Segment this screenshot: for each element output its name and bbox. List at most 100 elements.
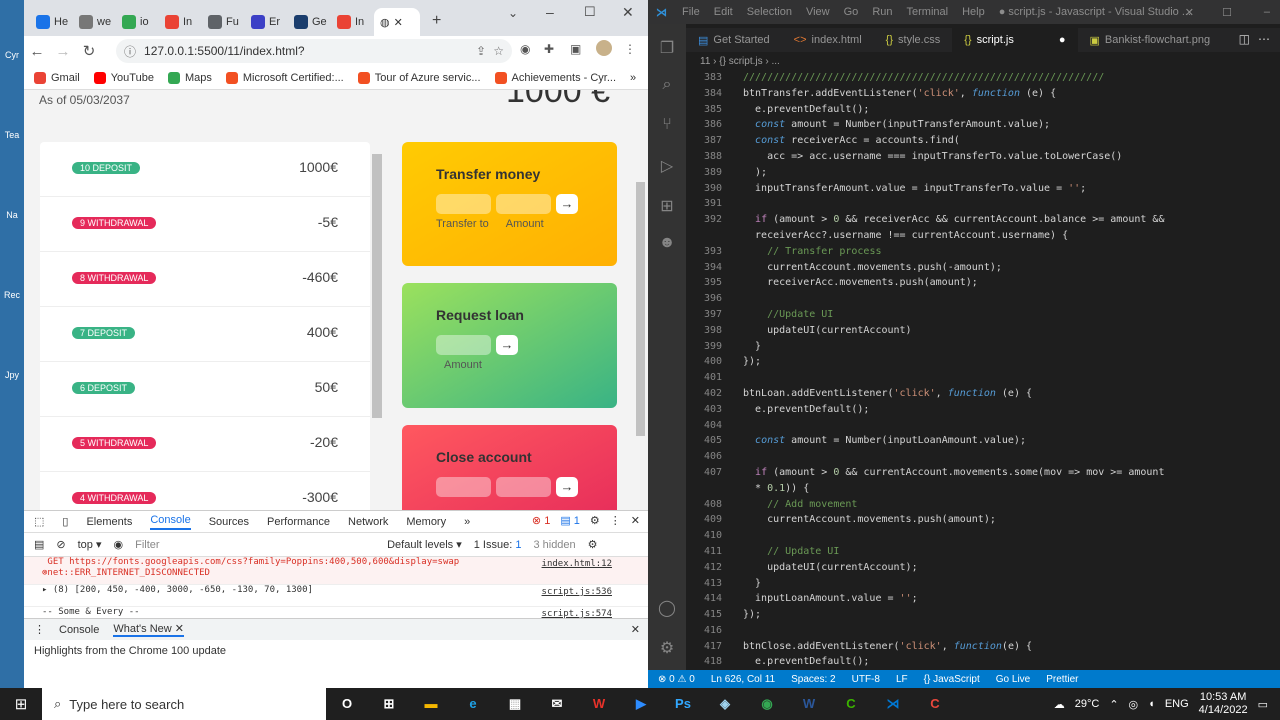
taskbar-search[interactable]: ⌕ Type here to search xyxy=(42,688,326,720)
clear-console-icon[interactable]: ⊘ xyxy=(56,538,65,551)
weather-temp[interactable]: 29°C xyxy=(1075,698,1100,710)
taskbar-app-icon[interactable]: ◉ xyxy=(746,688,788,720)
transfer-amount-input[interactable] xyxy=(496,194,551,214)
forward-icon[interactable]: → xyxy=(50,43,76,60)
taskbar-app-icon[interactable]: ▶ xyxy=(620,688,662,720)
minimap[interactable] xyxy=(1216,70,1272,670)
network-icon[interactable]: ◎ xyxy=(1129,698,1139,711)
windows-start-icon[interactable]: ⊞ xyxy=(0,695,42,713)
message-count[interactable]: ▤ 1 xyxy=(560,514,580,527)
editor-tab[interactable]: {} style.css xyxy=(874,28,953,52)
profile-icon[interactable] xyxy=(596,40,612,56)
console-source-link[interactable]: script.js:536 xyxy=(542,587,612,598)
tab-active[interactable]: ◍ ✕ xyxy=(374,8,420,36)
devtools-tab[interactable]: Memory xyxy=(406,516,446,528)
browser-tab[interactable]: In xyxy=(159,8,198,36)
status-item[interactable]: Spaces: 2 xyxy=(791,674,835,685)
taskbar-app-icon[interactable]: C xyxy=(914,688,956,720)
share-icon[interactable]: ⇪ xyxy=(476,44,486,58)
editor-tab[interactable]: {} script.js ● xyxy=(952,28,1078,52)
editor-tab[interactable]: ▣ Bankist-flowchart.png xyxy=(1078,28,1223,52)
clock[interactable]: 10:53 AM 4/14/2022 xyxy=(1199,691,1248,717)
page-scrollbar[interactable] xyxy=(636,182,645,436)
bookmark-item[interactable]: Microsoft Certified:... xyxy=(225,71,344,84)
browser-tab[interactable]: In xyxy=(331,8,370,36)
drawer-tab-console[interactable]: Console xyxy=(59,624,99,636)
menu-item[interactable]: Go xyxy=(844,6,859,18)
alien-icon[interactable]: ☻ xyxy=(657,234,677,254)
menu-item[interactable]: Edit xyxy=(714,6,733,18)
source-control-icon[interactable]: ⑂ xyxy=(657,116,677,136)
status-item[interactable]: {} JavaScript xyxy=(924,674,980,685)
close-devtools-icon[interactable]: ✕ xyxy=(631,514,640,527)
menu-item[interactable]: View xyxy=(806,6,830,18)
taskbar-app-icon[interactable]: C xyxy=(830,688,872,720)
search-icon[interactable]: ⌕ xyxy=(657,76,677,96)
code-editor[interactable]: 383 /////////////////////////////////////… xyxy=(686,70,1216,670)
taskbar-app-icon[interactable]: ✉ xyxy=(536,688,578,720)
taskbar-app-icon[interactable]: ⋊ xyxy=(872,688,914,720)
menu-item[interactable]: Selection xyxy=(747,6,792,18)
bookmarks-overflow-icon[interactable]: » xyxy=(630,72,636,84)
breadcrumb[interactable]: 11 › {} script.js › ... xyxy=(700,56,780,67)
browser-tab[interactable]: Er xyxy=(245,8,286,36)
browser-tab[interactable]: io xyxy=(116,8,155,36)
desktop-icon-label[interactable]: Jpy xyxy=(0,370,24,380)
context-select[interactable]: top ▾ xyxy=(78,538,102,551)
extension-icon[interactable]: ◉ xyxy=(520,42,530,56)
more-tabs-icon[interactable]: » xyxy=(464,516,470,528)
console-settings-icon[interactable]: ⚙ xyxy=(588,538,598,551)
account-icon[interactable]: ◯ xyxy=(657,598,677,618)
status-item[interactable]: ⊗ 0 ⚠ 0 xyxy=(658,674,695,685)
status-item[interactable]: Prettier xyxy=(1046,674,1078,685)
transfer-to-input[interactable] xyxy=(436,194,491,214)
more-icon[interactable]: ⋮ xyxy=(610,514,621,527)
taskbar-app-icon[interactable]: e xyxy=(452,688,494,720)
issues-count[interactable]: 1 Issue: 1 xyxy=(474,539,522,551)
status-item[interactable]: LF xyxy=(896,674,908,685)
extensions-icon[interactable]: ⊞ xyxy=(657,196,677,216)
run-debug-icon[interactable]: ▷ xyxy=(657,156,677,176)
bookmark-item[interactable]: Maps xyxy=(167,71,212,84)
desktop-icon-label[interactable]: Na xyxy=(0,210,24,220)
split-editor-icon[interactable]: ◫ xyxy=(1239,32,1250,46)
devtools-tab[interactable]: Network xyxy=(348,516,388,528)
close-user-input[interactable] xyxy=(436,477,491,497)
menu-item[interactable]: Run xyxy=(872,6,892,18)
device-icon[interactable]: ▯ xyxy=(62,515,68,528)
taskbar-app-icon[interactable]: ▦ xyxy=(494,688,536,720)
close-submit-button[interactable]: → xyxy=(556,477,578,497)
maximize-icon[interactable]: ☐ xyxy=(584,4,596,20)
browser-tab[interactable]: He xyxy=(30,8,74,36)
close-drawer-icon[interactable]: ✕ xyxy=(631,623,640,636)
minimize-icon[interactable]: – xyxy=(546,4,554,20)
levels-select[interactable]: Default levels ▾ xyxy=(387,538,462,551)
desktop-icon-label[interactable]: Tea xyxy=(0,130,24,140)
close-pin-input[interactable] xyxy=(496,477,551,497)
console-source-link[interactable]: index.html:12 xyxy=(542,559,612,570)
close-tab-icon[interactable]: ✕ xyxy=(394,16,403,29)
taskbar-app-icon[interactable]: ◈ xyxy=(704,688,746,720)
desktop-icon-label[interactable]: Cyr xyxy=(0,50,24,60)
new-tab-button[interactable]: + xyxy=(432,12,441,30)
more-actions-icon[interactable]: ⋯ xyxy=(1258,32,1270,46)
inspect-icon[interactable]: ⬚ xyxy=(34,515,44,528)
menu-item[interactable]: Terminal xyxy=(907,6,949,18)
eye-icon[interactable]: ◉ xyxy=(114,538,124,551)
loan-submit-button[interactable]: → xyxy=(496,335,518,355)
vscode-minimize-icon[interactable]: – xyxy=(1264,6,1270,18)
devtools-tab[interactable]: Console xyxy=(150,514,191,530)
filter-input[interactable]: Filter xyxy=(135,539,375,551)
status-item[interactable]: Go Live xyxy=(996,674,1030,685)
weather-icon[interactable]: ☁ xyxy=(1054,698,1065,711)
bookmark-item[interactable]: Gmail xyxy=(34,71,80,84)
transfer-submit-button[interactable]: → xyxy=(556,194,578,214)
loan-amount-input[interactable] xyxy=(436,335,491,355)
puzzle-icon[interactable]: ✚ xyxy=(544,42,554,56)
bookmark-item[interactable]: YouTube xyxy=(93,71,154,84)
status-item[interactable]: UTF-8 xyxy=(852,674,880,685)
notification-icon[interactable]: ▭ xyxy=(1258,698,1268,711)
address-bar[interactable]: ⓘ 127.0.0.1:5500/11/index.html? ⇪ ☆ xyxy=(116,39,512,63)
drawer-menu-icon[interactable]: ⋮ xyxy=(34,623,45,636)
browser-tab[interactable]: Fu xyxy=(202,8,245,36)
